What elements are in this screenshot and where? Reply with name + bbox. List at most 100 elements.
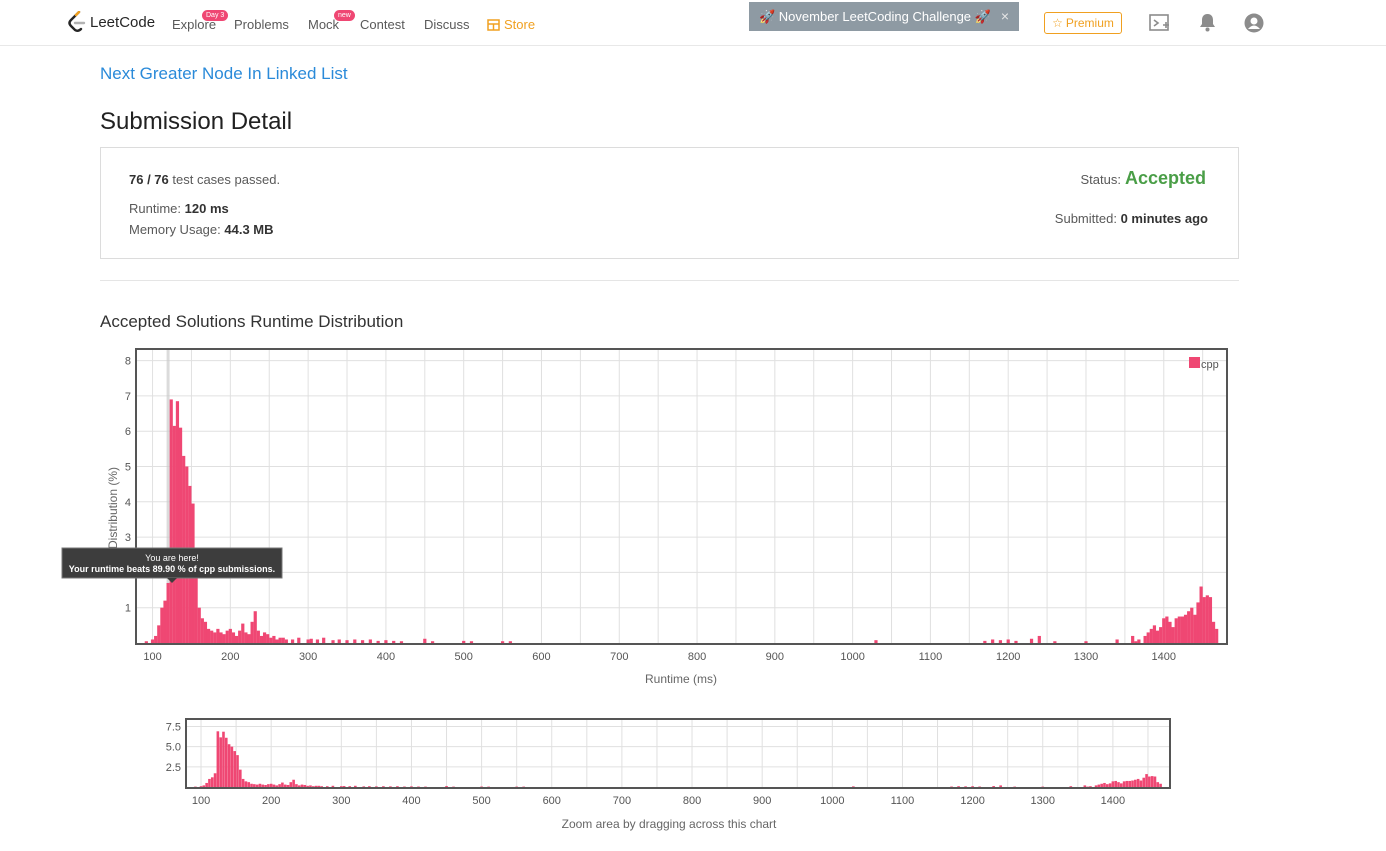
runtime-bar [295,784,298,787]
runtime-bar [1114,780,1117,787]
nav-contest[interactable]: Contest [360,17,405,32]
runtime-bar [269,637,273,643]
runtime-bar [247,634,251,643]
main-y-tick-labels: 1 2 3 4 5 6 7 8 [125,356,131,615]
runtime-bar [382,786,385,787]
memory-label: Memory Usage: [129,222,221,237]
y-tick-label: 2 [125,567,131,579]
runtime-bar [281,782,284,787]
runtime-bar [1120,783,1123,787]
explore-day-badge: Day 3 [202,10,229,21]
runtime-bar [1105,784,1109,787]
runtime-bar [1137,639,1141,643]
runtime-bar [1146,632,1150,643]
premium-label: Premium [1065,16,1114,30]
x-tick-label: 400 [402,795,420,807]
runtime-bar [1131,635,1135,643]
runtime-bar [311,786,315,787]
runtime-bar [1162,618,1166,643]
premium-button[interactable]: ☆ Premium [1044,12,1122,34]
x-tick-label: 1300 [1074,651,1098,663]
runtime-bar [389,786,392,787]
runtime-bar [297,637,301,643]
nav-store[interactable]: Store [487,17,535,32]
runtime-bar [399,641,404,643]
runtime-bar [306,785,309,787]
runtime-bar [950,786,953,788]
runtime-bar [157,625,161,643]
runtime-bar [1136,778,1140,787]
nav-discuss[interactable]: Discuss [424,17,470,32]
runtime-bar [354,785,357,787]
page-title: Submission Detail [100,108,293,135]
runtime-bar [267,784,270,787]
runtime-bar [199,786,203,787]
runtime-bar [228,628,232,643]
user-avatar-icon[interactable] [1244,13,1264,33]
close-icon[interactable]: × [1001,8,1009,24]
runtime-bar [222,731,225,787]
runtime-bar [213,773,217,787]
leetcode-logo[interactable]: LeetCode [68,11,155,33]
runtime-bar [1174,618,1178,643]
runtime-bar [185,466,189,643]
submission-detail-panel: 76 / 76 test cases passed. Runtime: 120 … [100,147,1239,259]
zoom-x-tick-labels: 100 200 300 400 500 600 700 800 900 1000 1100 1200 1… [192,795,1125,807]
runtime-bar [1086,786,1089,788]
runtime-bar [309,785,312,787]
runtime-bar [150,639,155,643]
runtime-bar [224,737,228,787]
x-tick-label: 100 [143,651,161,663]
nav-problems[interactable]: Problems [234,17,289,32]
runtime-bar [423,638,427,643]
runtime-bar [309,638,313,643]
runtime-bar [247,782,251,787]
runtime-bar [469,641,474,643]
y-tick-label: 4 [125,497,131,509]
runtime-bar [275,639,279,643]
runtime-bar [278,637,282,643]
y-axis-label: Distribution (%) [106,467,120,549]
runtime-bar [1097,784,1101,787]
logo-text: LeetCode [90,13,156,31]
runtime-bar [216,628,220,643]
runtime-bar [362,786,366,787]
runtime-bar [410,786,413,787]
playground-icon[interactable] [1149,13,1171,33]
runtime-bar [403,786,406,788]
runtime-bar [194,567,198,643]
runtime-bar [337,639,341,643]
runtime-bar [320,786,323,787]
runtime-bar [262,632,267,643]
runtime-bar [233,751,236,787]
memory-value: 44.3 MB [224,222,274,237]
runtime-label: Runtime: [129,201,182,216]
challenge-banner[interactable]: 🚀 November LeetCoding Challenge 🚀 × [749,2,1019,31]
status-accepted: Accepted [1124,168,1206,188]
runtime-bar [992,786,995,787]
runtime-bar [236,755,239,787]
runtime-bar [1069,786,1073,787]
runtime-bar [348,786,352,787]
runtime-bar [1108,783,1112,787]
nav-mock[interactable]: Mock [308,17,339,32]
x-tick-label: 1300 [1031,795,1055,807]
submitted-value: 0 minutes ago [1120,211,1208,226]
problem-title-link[interactable]: Next Greater Node In Linked List [100,64,348,84]
runtime-bar [266,634,270,643]
runtime-bar [487,786,490,788]
x-tick-label: 1100 [891,795,915,807]
bell-icon[interactable] [1199,13,1216,32]
runtime-bar [213,632,217,643]
runtime-bar [508,641,512,643]
runtime-bar [522,786,525,788]
runtime-bar [259,635,264,643]
runtime-bar [325,786,329,787]
runtime-bar [1041,786,1045,788]
runtime-bar [1196,602,1200,643]
runtime-bar [1156,782,1160,787]
x-tick-label: 1000 [820,795,844,807]
runtime-bar [275,785,279,787]
runtime-bar [261,784,265,787]
runtime-bar [219,632,223,643]
